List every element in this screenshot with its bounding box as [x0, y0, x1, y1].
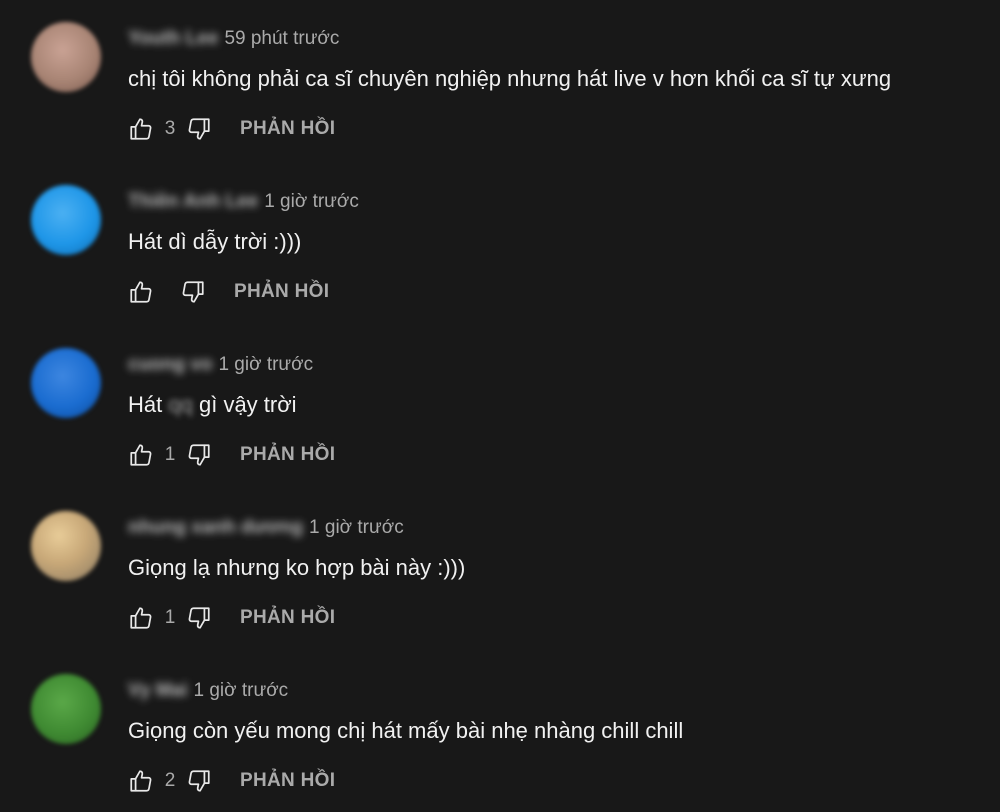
reply-button[interactable]: PHẢN HỒI [240, 118, 335, 140]
comment-text-part: Hát [128, 392, 163, 417]
avatar[interactable] [31, 674, 101, 744]
thumbs-up-icon[interactable] [128, 116, 154, 142]
thumbs-down-icon[interactable] [180, 279, 206, 305]
timestamp[interactable]: 1 giờ trước [309, 517, 404, 539]
comment-actions: 1 PHẢN HỒI [128, 603, 335, 633]
comment-text-part: gì vậy trời [198, 392, 297, 417]
comment-header: Youth Lee 59 phút trước [128, 28, 339, 50]
reply-button[interactable]: PHẢN HỒI [234, 281, 329, 303]
comment-item: cuong vo 1 giờ trước Hát qq gì vậy trời … [0, 326, 1000, 489]
avatar[interactable] [31, 185, 101, 255]
comment-text: Giọng lạ nhưng ko hợp bài này :))) [128, 555, 466, 580]
comment-actions: 3 PHẢN HỒI [128, 114, 335, 144]
comment-header: Thiên Anh Lee 1 giờ trước [128, 191, 359, 213]
comment-text: Giọng còn yếu mong chị hát mấy bài nhẹ n… [128, 718, 684, 743]
thumbs-up-icon[interactable] [128, 442, 154, 468]
comment-text: chị tôi không phải ca sĩ chuyên nghiệp n… [128, 66, 892, 91]
like-count: 3 [164, 118, 176, 139]
comment-text: Hát dì dẫy trời :))) [128, 229, 302, 254]
thumbs-down-icon[interactable] [186, 442, 212, 468]
username[interactable]: Thiên Anh Lee [128, 191, 258, 213]
thumbs-down-icon[interactable] [186, 116, 212, 142]
thumbs-up-icon[interactable] [128, 605, 154, 631]
timestamp[interactable]: 1 giờ trước [218, 354, 313, 376]
thumbs-down-icon[interactable] [186, 768, 212, 794]
comment-actions: 1 PHẢN HỒI [128, 440, 335, 470]
avatar[interactable] [31, 22, 101, 92]
comment-actions: 2 PHẢN HỒI [128, 766, 335, 796]
thumbs-up-icon[interactable] [128, 768, 154, 794]
avatar[interactable] [31, 511, 101, 581]
username[interactable]: Youth Lee [128, 28, 218, 50]
comment-header: nhung xanh dương 1 giờ trước [128, 517, 404, 539]
username[interactable]: Vy Mai [128, 680, 188, 702]
comment-actions: PHẢN HỒI [128, 277, 329, 307]
comment-item: Vy Mai 1 giờ trước Giọng còn yếu mong ch… [0, 652, 1000, 812]
censored-word: qq [168, 392, 193, 417]
thumbs-up-icon[interactable] [128, 279, 154, 305]
timestamp[interactable]: 1 giờ trước [264, 191, 359, 213]
like-count: 2 [164, 770, 176, 791]
comment-header: Vy Mai 1 giờ trước [128, 680, 288, 702]
comment-text: Hát qq gì vậy trời [128, 392, 297, 418]
like-count: 1 [164, 607, 176, 628]
timestamp[interactable]: 1 giờ trước [194, 680, 289, 702]
comment-item: Thiên Anh Lee 1 giờ trước Hát dì dẫy trờ… [0, 163, 1000, 326]
reply-button[interactable]: PHẢN HỒI [240, 770, 335, 792]
comment-header: cuong vo 1 giờ trước [128, 354, 313, 376]
avatar[interactable] [31, 348, 101, 418]
reply-button[interactable]: PHẢN HỒI [240, 444, 335, 466]
timestamp[interactable]: 59 phút trước [224, 28, 339, 50]
like-count: 1 [164, 444, 176, 465]
comment-item: Youth Lee 59 phút trước chị tôi không ph… [0, 0, 1000, 163]
username[interactable]: cuong vo [128, 354, 212, 376]
username[interactable]: nhung xanh dương [128, 517, 303, 539]
comment-item: nhung xanh dương 1 giờ trước Giọng lạ nh… [0, 489, 1000, 652]
reply-button[interactable]: PHẢN HỒI [240, 607, 335, 629]
thumbs-down-icon[interactable] [186, 605, 212, 631]
